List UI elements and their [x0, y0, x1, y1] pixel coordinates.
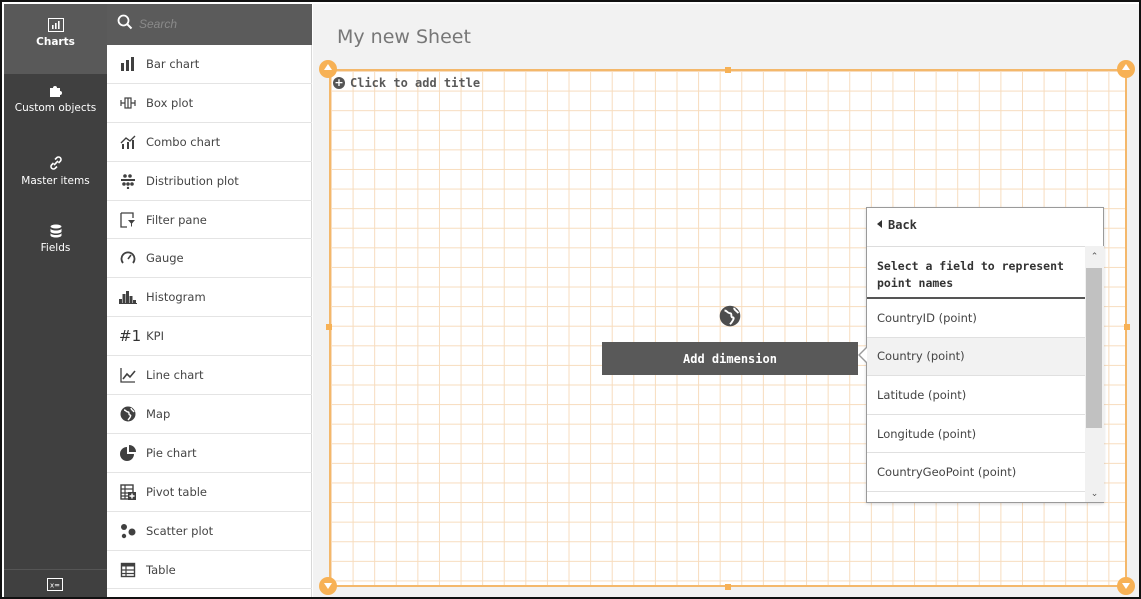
- back-button[interactable]: Back: [877, 218, 917, 232]
- variables-button[interactable]: x=: [4, 569, 107, 597]
- chart-item-distribution-plot[interactable]: Distribution plot: [107, 162, 312, 201]
- chart-item-label: KPI: [146, 329, 164, 344]
- chart-item-label: Line chart: [146, 368, 204, 383]
- chart-item-label: Scatter plot: [146, 523, 214, 538]
- rail-item-master-items[interactable]: Master items: [4, 155, 107, 211]
- svg-text:x=: x=: [50, 582, 60, 590]
- field-option[interactable]: CountryGeoPoint (point): [867, 453, 1085, 492]
- add-title-label: Click to add title: [350, 76, 481, 90]
- popover-arrow: [858, 346, 868, 364]
- charts-icon: [47, 18, 64, 32]
- scatter-plot-icon: [119, 522, 137, 540]
- map-icon: [119, 405, 137, 423]
- rail-label-master-items: Master items: [21, 175, 90, 187]
- rail-item-fields[interactable]: Fields: [4, 224, 107, 280]
- field-list-scrollbar[interactable]: ⌃ ⌄: [1085, 246, 1104, 502]
- chart-item-label: Filter pane: [146, 212, 207, 227]
- chart-item-scatter-plot[interactable]: Scatter plot: [107, 512, 312, 551]
- gauge-icon: [119, 249, 137, 267]
- combo-chart-icon: [119, 133, 137, 151]
- chart-item-label: Pivot table: [146, 484, 208, 499]
- chart-item-label: Map: [146, 406, 171, 421]
- field-option[interactable]: Latitude (point): [867, 376, 1085, 415]
- field-option[interactable]: CountryID (point): [867, 299, 1085, 338]
- chart-item-pivot-table[interactable]: Pivot table: [107, 473, 312, 512]
- chart-item-pie-chart[interactable]: Pie chart: [107, 434, 312, 473]
- kpi-icon: #1: [119, 327, 142, 346]
- resize-handle-bottom-left[interactable]: [319, 577, 337, 595]
- rail-label-custom-objects: Custom objects: [14, 102, 97, 114]
- pivot-table-icon: [119, 483, 137, 501]
- chart-item-kpi[interactable]: #1 KPI: [107, 317, 312, 357]
- chart-item-label: Box plot: [146, 95, 194, 110]
- pie-chart-icon: [119, 444, 137, 462]
- search-icon: [117, 14, 133, 30]
- chart-item-histogram[interactable]: Histogram: [107, 278, 312, 318]
- chart-item-label: Histogram: [146, 290, 206, 305]
- field-list: CountryID (point) Country (point) Latitu…: [867, 299, 1085, 492]
- chart-item-box-plot[interactable]: Box plot: [107, 84, 312, 123]
- search-input[interactable]: [139, 13, 299, 35]
- chart-item-combo-chart[interactable]: Combo chart: [107, 123, 312, 162]
- resize-handle-right[interactable]: [1124, 324, 1130, 330]
- variables-icon: x=: [47, 578, 63, 591]
- scroll-down-icon[interactable]: ⌄: [1085, 486, 1104, 502]
- histogram-icon: [119, 288, 137, 306]
- back-arrow-icon: [877, 220, 882, 228]
- scroll-up-icon[interactable]: ⌃: [1085, 249, 1104, 265]
- chart-item-label: Table: [146, 562, 176, 577]
- plus-icon: +: [333, 76, 345, 89]
- chart-item-bar-chart[interactable]: Bar chart: [107, 45, 312, 84]
- rail-item-charts[interactable]: Charts: [4, 4, 107, 74]
- left-rail: Charts Custom objects Master items Field…: [4, 4, 107, 597]
- line-chart-icon: [119, 366, 137, 384]
- field-option[interactable]: Longitude (point): [867, 415, 1085, 454]
- scrollbar-thumb[interactable]: [1086, 268, 1102, 428]
- bar-chart-icon: [119, 55, 137, 73]
- table-icon: [119, 561, 137, 579]
- chart-item-label: Combo chart: [146, 134, 221, 149]
- resize-handle-bottom-right[interactable]: [1117, 577, 1135, 595]
- resize-handle-top[interactable]: [725, 67, 731, 73]
- link-icon: [49, 156, 62, 170]
- back-label: Back: [888, 218, 917, 232]
- popover-heading: Select a field to represent point names: [877, 259, 1064, 290]
- chart-item-label: Bar chart: [146, 56, 200, 71]
- resize-handle-top-right[interactable]: [1117, 60, 1135, 78]
- distribution-plot-icon: [119, 172, 137, 190]
- chart-item-filter-pane[interactable]: Filter pane: [107, 201, 312, 240]
- add-title-prompt[interactable]: + Click to add title: [333, 76, 480, 90]
- globe-icon: [719, 305, 741, 327]
- resize-handle-top-left[interactable]: [319, 60, 337, 78]
- filter-pane-icon: [119, 211, 137, 229]
- database-icon: [50, 224, 61, 238]
- rail-label-fields: Fields: [40, 242, 71, 254]
- box-plot-icon: [119, 94, 137, 112]
- chart-item-line-chart[interactable]: Line chart: [107, 356, 312, 396]
- field-picker-popover: Back Select a field to represent point n…: [858, 207, 1105, 503]
- rail-label-charts: Charts: [36, 36, 75, 48]
- chart-item-table[interactable]: Table: [107, 551, 312, 590]
- chart-item-label: Gauge: [146, 251, 184, 266]
- rail-item-custom-objects[interactable]: Custom objects: [4, 84, 107, 140]
- chart-item-map[interactable]: Map: [107, 395, 312, 434]
- chart-list: Bar chart Box plot Combo chart Distribut…: [107, 45, 312, 590]
- divider: [867, 246, 1105, 247]
- resize-handle-bottom[interactable]: [725, 584, 731, 590]
- chart-item-label: Distribution plot: [146, 173, 239, 188]
- chart-item-label: Pie chart: [146, 445, 197, 460]
- add-dimension-button[interactable]: Add dimension: [602, 342, 858, 375]
- resize-handle-left[interactable]: [326, 324, 332, 330]
- app-window: Charts Custom objects Master items Field…: [0, 0, 1141, 599]
- asset-panel: Bar chart Box plot Combo chart Distribut…: [107, 4, 312, 597]
- field-option[interactable]: Country (point): [867, 337, 1085, 377]
- chart-item-gauge[interactable]: Gauge: [107, 239, 312, 279]
- search-bar: [107, 4, 312, 45]
- sheet-title[interactable]: My new Sheet: [337, 26, 471, 48]
- puzzle-icon: [49, 86, 62, 97]
